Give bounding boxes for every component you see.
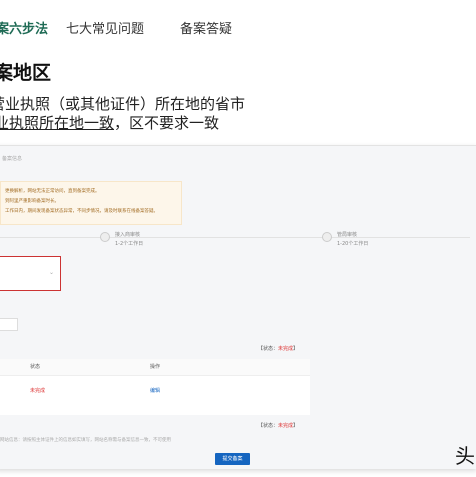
rule-underlined-text: 业执照所在地一致 [0,114,115,132]
step-sub: 1-20个工作日 [337,241,369,247]
embedded-screenshot: 备案信息 更换解析，网站无法正常访问，直到备案完成。 到阿里严重影响备案时长。 … [0,145,476,469]
section-heading: 案地区 [0,62,52,84]
status-value: 未完成 [278,346,294,352]
rule-remaining-text: ，区不要求一致 [114,114,220,132]
notice-line: 更换解析，网站无法正常访问，直到备案完成。 [5,189,100,194]
column-header-action: 操作 [150,364,161,370]
step-node-icon [322,232,332,242]
brand-logo: 头 [455,444,475,468]
notice-line: 工作日内，期间发现备案状态异常，不同步情况，请及时联系在线备案答疑。 [5,209,158,214]
step-label: 管局审核 [337,232,358,238]
step-sub: 1-2个工作日 [115,241,144,247]
table-header: 状态 操作 [0,359,310,376]
notice-line: 到阿里严重影响备案时长。 [5,199,59,204]
breadcrumb: 备案信息 [2,156,23,162]
tab-bar: 案六步法 七大常见问题 备案答疑 [0,18,476,40]
steps-line [0,237,470,238]
status-suffix: 】 [293,346,299,352]
tab-common-problems[interactable]: 七大常见问题 [66,18,144,37]
status-label-1: 【状态：未完成】 [258,345,298,352]
rule-text-line-2: 业执照所在地一致，区不要求一致 [0,112,219,133]
progress-steps: 接入商审核 1-2个工作日 管局审核 1-20个工作日 [0,231,470,251]
step-label: 接入商审核 [115,232,141,238]
notice-box: 更换解析，网站无法正常访问，直到备案完成。 到阿里严重影响备案时长。 工作日内，… [0,181,182,225]
status-suffix: 】 [293,423,299,429]
status-value: 未完成 [278,423,294,429]
region-select[interactable]: ⌄ [0,256,61,291]
rule-text-line-1: 营业执照（或其他证件）所在地的省市 [0,95,246,113]
step-node-icon [100,232,110,242]
tab-faq[interactable]: 备案答疑 [180,18,232,37]
chevron-down-icon: ⌄ [48,269,54,276]
row-status: 未完成 [30,388,46,394]
website-info-note: 网站信息：请按照主体证件上的信息如实填写，网站名称需与备案信息一致，不可使用 [0,438,171,443]
status-label-2: 【状态：未完成】 [258,422,298,429]
small-input[interactable] [0,318,18,331]
info-table: 状态 操作 未完成 编辑 [0,359,310,415]
submit-filing-button[interactable]: 提交备案 [215,453,250,465]
row-edit-link[interactable]: 编辑 [150,387,160,394]
status-prefix: 【状态： [258,346,279,352]
status-prefix: 【状态： [258,423,279,429]
tab-six-steps[interactable]: 案六步法 [0,18,48,37]
column-header-status: 状态 [30,364,41,370]
